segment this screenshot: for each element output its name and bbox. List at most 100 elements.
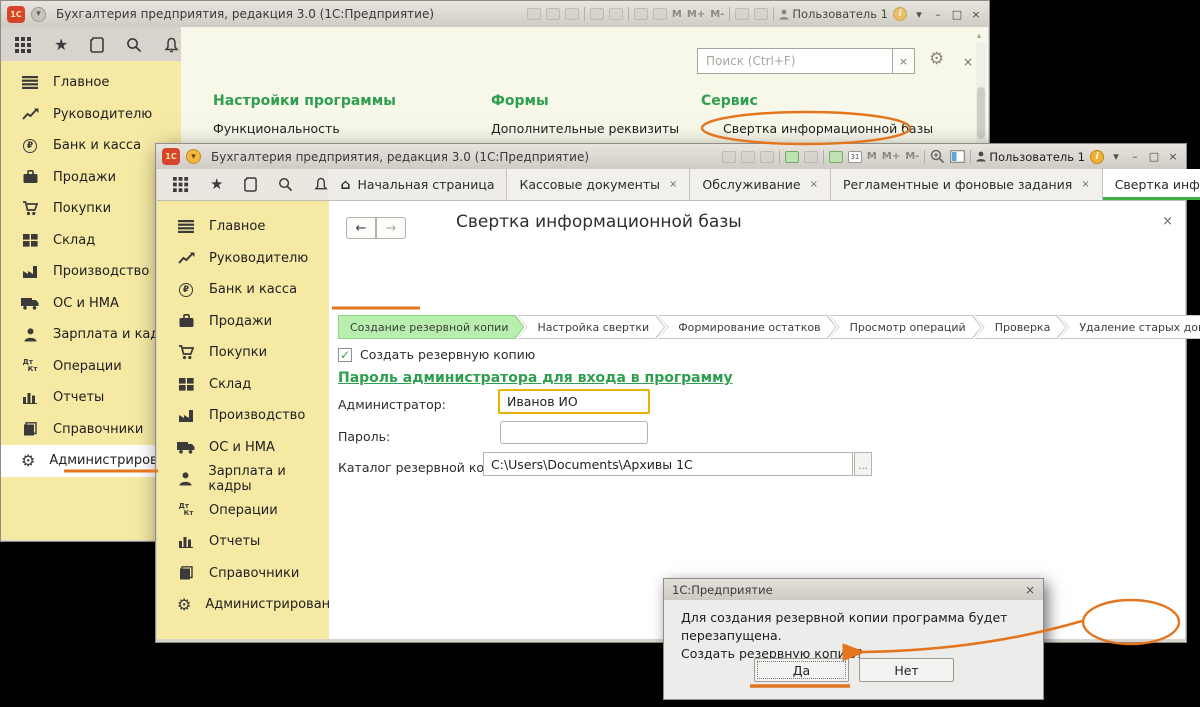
sidebar-item-directories[interactable]: Справочники — [1, 414, 181, 446]
step-form-balances[interactable]: Формирование остатков — [658, 315, 836, 339]
no-button[interactable]: Нет — [859, 658, 954, 682]
sidebar-item-purchases[interactable]: Покупки — [157, 337, 329, 369]
preview-icon[interactable] — [565, 8, 579, 20]
info-icon[interactable]: i — [1090, 150, 1104, 164]
create-backup-checkbox[interactable]: ✓ Создать резервную копию — [338, 347, 535, 362]
sidebar-item-administration[interactable]: ⚙Администрирование — [1, 445, 181, 477]
main-menu-dropdown-icon[interactable]: ▾ — [186, 149, 201, 164]
current-user[interactable]: Пользователь 1 — [976, 150, 1085, 164]
memory-mplus-button[interactable]: M+ — [882, 151, 900, 162]
notifications-bell-icon[interactable] — [314, 177, 328, 192]
menu-grid-icon[interactable] — [173, 177, 189, 193]
search-input[interactable] — [697, 48, 893, 74]
tab-close-icon[interactable]: × — [1081, 179, 1089, 190]
tab-cash-documents[interactable]: Кассовые документы × — [507, 169, 690, 200]
clear-search-icon[interactable]: × — [893, 48, 915, 74]
sidebar-item-bank[interactable]: ₽Банк и касса — [1, 130, 181, 162]
back-button[interactable]: ← — [346, 217, 376, 239]
memory-mminus-button[interactable]: M- — [905, 151, 919, 162]
close-button[interactable]: × — [969, 8, 983, 21]
sidebar-item-directories[interactable]: Справочники — [157, 558, 329, 590]
calculator-icon[interactable] — [634, 8, 648, 20]
step-collapse-settings[interactable]: Настройка свертки — [517, 315, 665, 339]
calendar-icon[interactable]: 31 — [848, 151, 862, 163]
sidebar-item-administration[interactable]: ⚙Администрирование — [157, 589, 329, 621]
sidebar-item-sales[interactable]: Продажи — [157, 306, 329, 338]
scrollbar-thumb[interactable] — [977, 87, 985, 139]
minimize-button[interactable]: – — [1128, 150, 1142, 163]
link-functionality[interactable]: Функциональность — [213, 121, 340, 136]
yes-button[interactable]: Да — [754, 658, 849, 682]
calendar-icon[interactable] — [653, 8, 667, 20]
info-icon[interactable]: i — [893, 7, 907, 21]
checkbox-checked-icon[interactable]: ✓ — [338, 348, 352, 362]
sidebar-item-operations[interactable]: ДтКтОперации — [157, 495, 329, 527]
export-icon[interactable] — [590, 8, 604, 20]
tab-maintenance[interactable]: Обслуживание × — [690, 169, 831, 200]
sidebar-item-bank[interactable]: ₽Банк и касса — [157, 274, 329, 306]
zoom-icon[interactable] — [930, 149, 945, 164]
sidebar-item-warehouse[interactable]: Склад — [157, 369, 329, 401]
close-button[interactable]: × — [1166, 150, 1180, 163]
current-user[interactable]: Пользователь 1 — [779, 7, 888, 21]
sidebar-item-purchases[interactable]: Покупки — [1, 193, 181, 225]
forward-button[interactable]: → — [376, 217, 406, 239]
catalog-input[interactable] — [483, 452, 853, 476]
save-icon[interactable] — [722, 151, 736, 163]
favorites-star-icon[interactable]: ★ — [54, 37, 68, 53]
attach-icon[interactable] — [804, 151, 818, 163]
scroll-up-icon[interactable]: ▴ — [977, 31, 981, 40]
sidebar-item-production[interactable]: Производство — [157, 400, 329, 432]
zoom-icon[interactable] — [735, 8, 749, 20]
sidebar-item-sales[interactable]: Продажи — [1, 162, 181, 194]
memory-mminus-button[interactable]: M- — [710, 9, 724, 20]
panel-close-icon[interactable]: × — [963, 55, 973, 69]
chevron-down-icon[interactable]: ▾ — [1109, 150, 1123, 163]
sidebar-item-fixed-assets[interactable]: ОС и НМА — [157, 432, 329, 464]
search-icon[interactable] — [278, 177, 293, 192]
print-icon[interactable] — [546, 8, 560, 20]
sidebar-item-operations[interactable]: ДтКтОперации — [1, 351, 181, 383]
step-view-operations[interactable]: Просмотр операций — [830, 315, 982, 339]
sidebar-item-manager[interactable]: Руководителю — [157, 243, 329, 275]
memory-m-button[interactable]: M — [867, 151, 877, 162]
preview-icon[interactable] — [760, 151, 774, 163]
sidebar-item-salary[interactable]: Зарплата и кадры — [157, 463, 329, 495]
history-scroll-icon[interactable] — [90, 37, 104, 53]
export-icon[interactable] — [785, 151, 799, 163]
attach-icon[interactable] — [609, 8, 623, 20]
tab-close-icon[interactable]: × — [810, 179, 818, 190]
sidebar-item-reports[interactable]: Отчеты — [1, 382, 181, 414]
tab-database-collapse[interactable]: Свертка информационной базы × — [1103, 169, 1200, 200]
step-delete-old-documents[interactable]: Удаление старых документов — [1059, 315, 1200, 339]
dialog-close-icon[interactable]: × — [1025, 583, 1035, 597]
save-icon[interactable] — [527, 8, 541, 20]
maximize-button[interactable]: □ — [1147, 150, 1161, 163]
tab-scheduled-jobs[interactable]: Регламентные и фоновые задания × — [831, 169, 1103, 200]
memory-m-button[interactable]: M — [672, 9, 682, 20]
main-menu-dropdown-icon[interactable]: ▾ — [31, 7, 46, 22]
browse-button[interactable]: ... — [854, 452, 872, 476]
print-icon[interactable] — [741, 151, 755, 163]
admin-input[interactable] — [498, 389, 650, 414]
tab-home[interactable]: ⌂ Начальная страница — [328, 169, 507, 200]
history-scroll-icon[interactable] — [244, 177, 257, 192]
step-check[interactable]: Проверка — [975, 315, 1067, 339]
sidebar-item-warehouse[interactable]: Склад — [1, 225, 181, 257]
link-database-collapse[interactable]: Свертка информационной базы — [723, 121, 933, 136]
sidebar-item-main[interactable]: Главное — [157, 211, 329, 243]
step-create-backup[interactable]: Создание резервной копии — [338, 315, 524, 339]
sidebar-item-main[interactable]: Главное — [1, 67, 181, 99]
minimize-button[interactable]: – — [931, 8, 945, 21]
panels-icon[interactable] — [950, 150, 965, 163]
sidebar-item-manager[interactable]: Руководителю — [1, 99, 181, 131]
page-close-icon[interactable]: × — [1162, 214, 1173, 229]
sidebar-item-fixed-assets[interactable]: ОС и НМА — [1, 288, 181, 320]
panels-icon[interactable] — [754, 8, 768, 20]
search-icon[interactable] — [126, 37, 142, 53]
menu-grid-icon[interactable] — [15, 37, 32, 54]
notifications-bell-icon[interactable] — [164, 37, 179, 53]
sidebar-item-salary[interactable]: Зарплата и кадры — [1, 319, 181, 351]
tab-close-icon[interactable]: × — [669, 179, 677, 190]
link-additional-attributes[interactable]: Дополнительные реквизиты — [491, 121, 679, 136]
